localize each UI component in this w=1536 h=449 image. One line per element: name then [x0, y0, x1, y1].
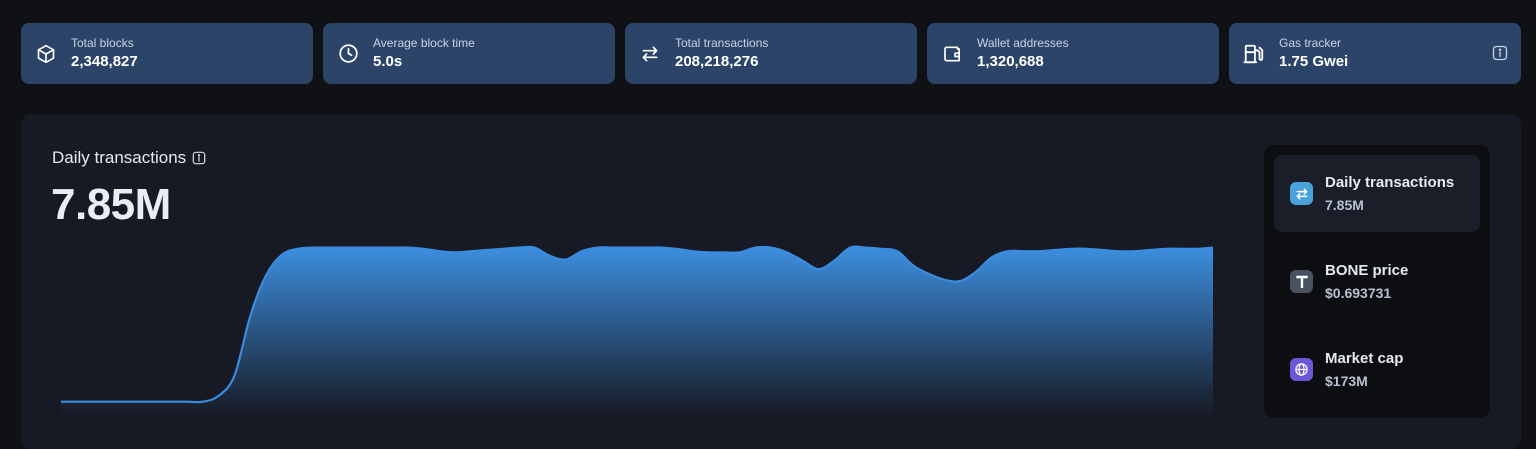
metric-label: Market cap	[1325, 349, 1404, 367]
info-icon[interactable]	[1491, 44, 1509, 62]
cube-icon	[35, 43, 57, 65]
daily-transactions-panel: Daily transactions 7.85M Daily transacti…	[21, 114, 1521, 449]
stat-value: 1,320,688	[977, 52, 1044, 70]
metric-value: $0.693731	[1325, 284, 1392, 301]
token-t-icon	[1290, 270, 1313, 293]
metric-label: Daily transactions	[1325, 173, 1455, 191]
metric-label: BONE price	[1325, 261, 1409, 279]
stat-card-total-blocks: Total blocks 2,348,827	[21, 23, 313, 84]
metric-value: $173M	[1325, 372, 1368, 389]
transfer-arrows-icon	[639, 43, 661, 65]
chart-current-value: 7.85M	[51, 180, 171, 229]
wallet-icon	[941, 43, 963, 65]
chart-series-area	[61, 246, 1213, 416]
metric-value: 7.85M	[1325, 196, 1364, 213]
stat-value: 2,348,827	[71, 52, 138, 70]
stat-value: 5.0s	[373, 52, 403, 70]
info-icon[interactable]	[192, 151, 206, 165]
stat-card-average-block-time: Average block time 5.0s	[323, 23, 615, 84]
stat-label: Average block time	[373, 35, 475, 50]
globe-icon	[1290, 358, 1313, 381]
metric-selector: Daily transactions 7.85M BONE price $0.6…	[1264, 145, 1490, 418]
stat-value: 1.75 Gwei	[1279, 52, 1349, 70]
stat-label: Total transactions	[675, 35, 769, 50]
metric-market-cap[interactable]: Market cap $173M	[1274, 331, 1480, 408]
daily-transactions-chart[interactable]	[57, 236, 1217, 426]
clock-icon	[337, 43, 359, 65]
stat-label: Wallet addresses	[977, 35, 1069, 50]
stat-label: Gas tracker	[1279, 35, 1342, 50]
metric-daily-transactions[interactable]: Daily transactions 7.85M	[1274, 155, 1480, 232]
chart-title-row: Daily transactions	[52, 148, 206, 168]
stats-row: Total blocks 2,348,827 Average block tim…	[21, 23, 1521, 84]
gas-pump-icon	[1243, 43, 1265, 65]
stat-card-wallet-addresses: Wallet addresses 1,320,688	[927, 23, 1219, 84]
stat-value: 208,218,276	[675, 52, 759, 70]
metric-bone-price[interactable]: BONE price $0.693731	[1274, 243, 1480, 320]
stat-label: Total blocks	[71, 35, 134, 50]
transfer-arrows-icon	[1290, 182, 1313, 205]
chart-title: Daily transactions	[52, 148, 187, 167]
stat-card-total-transactions: Total transactions 208,218,276	[625, 23, 917, 84]
stat-card-gas-tracker: Gas tracker 1.75 Gwei	[1229, 23, 1521, 84]
